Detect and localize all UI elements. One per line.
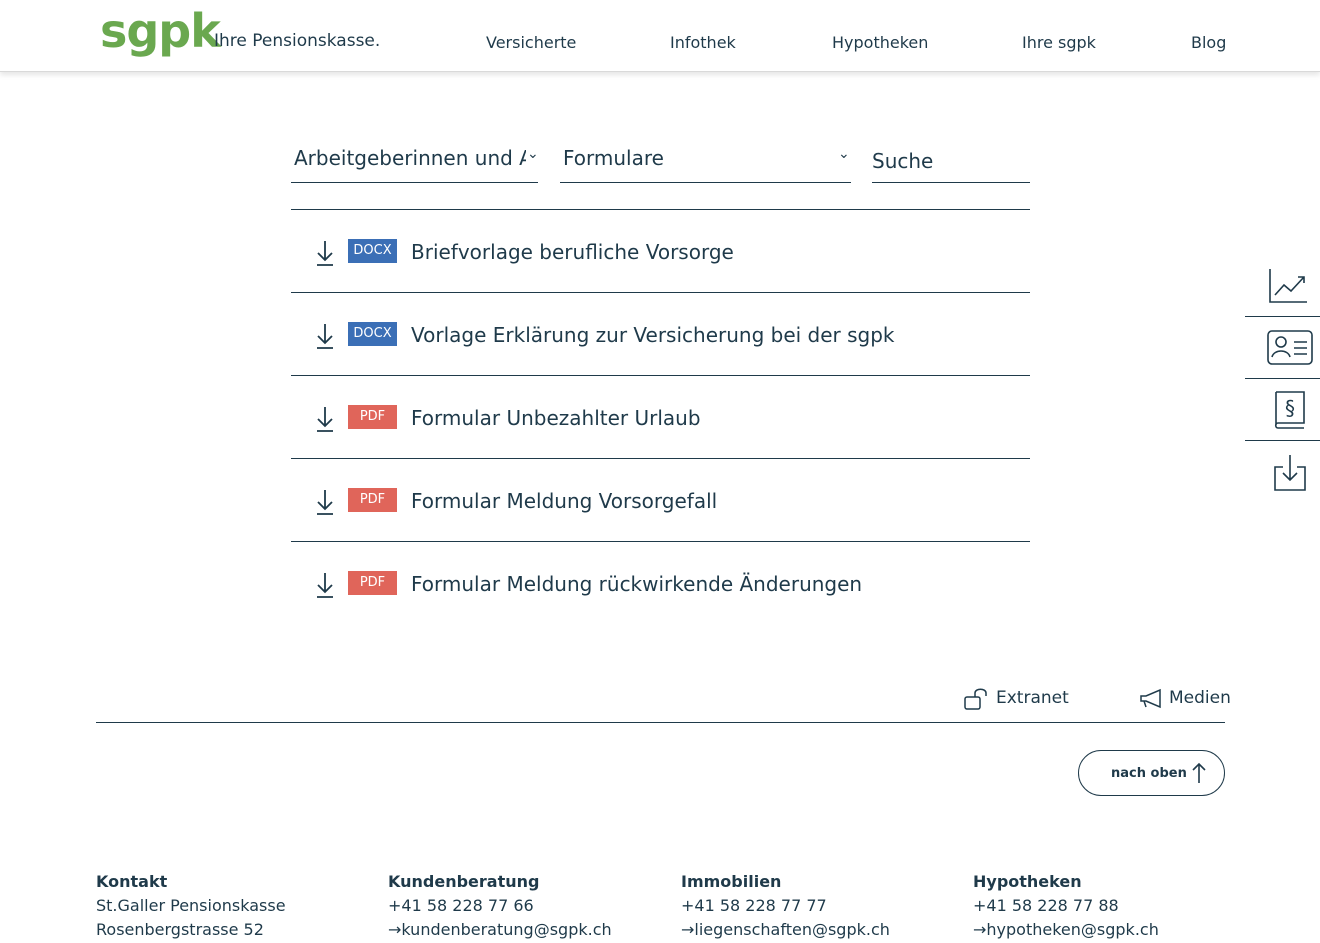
divider xyxy=(96,722,1225,723)
footer-heading: Kundenberatung xyxy=(388,872,540,891)
phone-link[interactable]: +41 58 228 77 88 xyxy=(973,894,1159,918)
category-select[interactable]: Formulare ⌄ xyxy=(560,140,851,183)
document-title: Formular Meldung rückwirkende Änderungen xyxy=(411,572,863,596)
document-list: DOCX Briefvorlage berufliche Vorsorge DO… xyxy=(291,209,1030,624)
arrow-right-icon: → xyxy=(388,920,402,939)
contact-card-icon xyxy=(1267,330,1313,365)
footer-hypotheken: Hypotheken +41 58 228 77 88 →hypotheken@… xyxy=(973,870,1159,942)
download-icon xyxy=(317,490,333,515)
document-title: Formular Meldung Vorsorgefall xyxy=(411,489,718,513)
document-title: Vorlage Erklärung zur Versicherung bei d… xyxy=(411,323,895,347)
download-icon xyxy=(317,573,333,598)
document-title: Formular Unbezahlter Urlaub xyxy=(411,406,701,430)
email-link[interactable]: →liegenschaften@sgpk.ch xyxy=(681,918,890,942)
download-icon xyxy=(317,241,333,266)
sgpk-logo[interactable]: sgpk xyxy=(100,4,221,58)
arrow-right-icon: → xyxy=(973,920,987,939)
footer-kundenberatung: Kundenberatung +41 58 228 77 66 →kundenb… xyxy=(388,870,612,942)
audience-select-value: Arbeitgeberinnen und Arb xyxy=(294,146,526,170)
download-box-icon xyxy=(1274,455,1306,491)
file-type-badge: DOCX xyxy=(348,322,397,346)
list-item[interactable]: PDF Formular Meldung Vorsorgefall xyxy=(291,458,1030,541)
audience-select[interactable]: Arbeitgeberinnen und Arb ⌄ xyxy=(291,140,539,183)
document-title: Briefvorlage berufliche Vorsorge xyxy=(411,240,734,264)
phone-link[interactable]: +41 58 228 77 77 xyxy=(681,894,890,918)
list-item[interactable]: PDF Formular Meldung rückwirkende Änderu… xyxy=(291,541,1030,624)
address-line: Rosenbergstrasse 52 xyxy=(96,920,264,939)
side-tool-chart[interactable] xyxy=(1245,255,1320,316)
svg-text:§: § xyxy=(1285,396,1295,420)
unlock-icon xyxy=(964,688,987,710)
list-item[interactable]: DOCX Vorlage Erklärung zur Versicherung … xyxy=(291,292,1030,375)
medien-link[interactable]: Medien xyxy=(1169,688,1231,708)
arrow-right-icon: → xyxy=(681,920,695,939)
site-header: sgpk Ihre Pensionskasse. Versicherte Inf… xyxy=(0,0,1320,72)
back-to-top-label: nach oben xyxy=(1111,766,1187,781)
footer-heading: Hypotheken xyxy=(973,872,1082,891)
paragraph-book-icon: § xyxy=(1274,391,1305,429)
nav-hypotheken[interactable]: Hypotheken xyxy=(832,33,928,52)
list-item[interactable]: DOCX Briefvorlage berufliche Vorsorge xyxy=(291,209,1030,292)
file-type-badge: PDF xyxy=(348,405,397,429)
search-input[interactable] xyxy=(872,140,1030,183)
email-address: liegenschaften@sgpk.ch xyxy=(694,920,890,939)
file-type-badge: PDF xyxy=(348,488,397,512)
nav-ihre-sgpk[interactable]: Ihre sgpk xyxy=(1022,33,1096,52)
arrow-up-icon xyxy=(1192,762,1206,783)
footer-immobilien: Immobilien +41 58 228 77 77 →liegenschaf… xyxy=(681,870,890,942)
back-to-top-button[interactable]: nach oben xyxy=(1078,750,1225,796)
file-type-badge: PDF xyxy=(348,571,397,595)
email-address: hypotheken@sgpk.ch xyxy=(986,920,1159,939)
side-tool-regulations[interactable]: § xyxy=(1245,379,1320,440)
chevron-down-icon: ⌄ xyxy=(527,146,539,162)
megaphone-icon xyxy=(1140,688,1161,709)
nav-versicherte[interactable]: Versicherte xyxy=(486,33,576,52)
nav-infothek[interactable]: Infothek xyxy=(670,33,736,52)
nav-blog[interactable]: Blog xyxy=(1191,33,1226,52)
category-select-value: Formulare xyxy=(563,146,664,170)
download-icon xyxy=(317,324,333,349)
download-icon xyxy=(317,407,333,432)
address-line: St.Galler Pensionskasse xyxy=(96,896,286,915)
file-type-badge: DOCX xyxy=(348,239,397,263)
email-address: kundenberatung@sgpk.ch xyxy=(401,920,612,939)
email-link[interactable]: →hypotheken@sgpk.ch xyxy=(973,918,1159,942)
chart-icon xyxy=(1269,269,1307,303)
email-link[interactable]: →kundenberatung@sgpk.ch xyxy=(388,918,612,942)
side-tool-contact[interactable] xyxy=(1245,317,1320,378)
footer-kontakt: Kontakt St.Galler Pensionskasse Rosenber… xyxy=(96,870,286,942)
side-tool-downloads[interactable] xyxy=(1245,441,1320,502)
footer-heading: Immobilien xyxy=(681,872,782,891)
footer-heading: Kontakt xyxy=(96,872,168,891)
phone-link[interactable]: +41 58 228 77 66 xyxy=(388,894,612,918)
chevron-down-icon: ⌄ xyxy=(838,146,850,162)
tagline: Ihre Pensionskasse. xyxy=(214,31,381,51)
extranet-link[interactable]: Extranet xyxy=(996,688,1069,708)
list-item[interactable]: PDF Formular Unbezahlter Urlaub xyxy=(291,375,1030,458)
